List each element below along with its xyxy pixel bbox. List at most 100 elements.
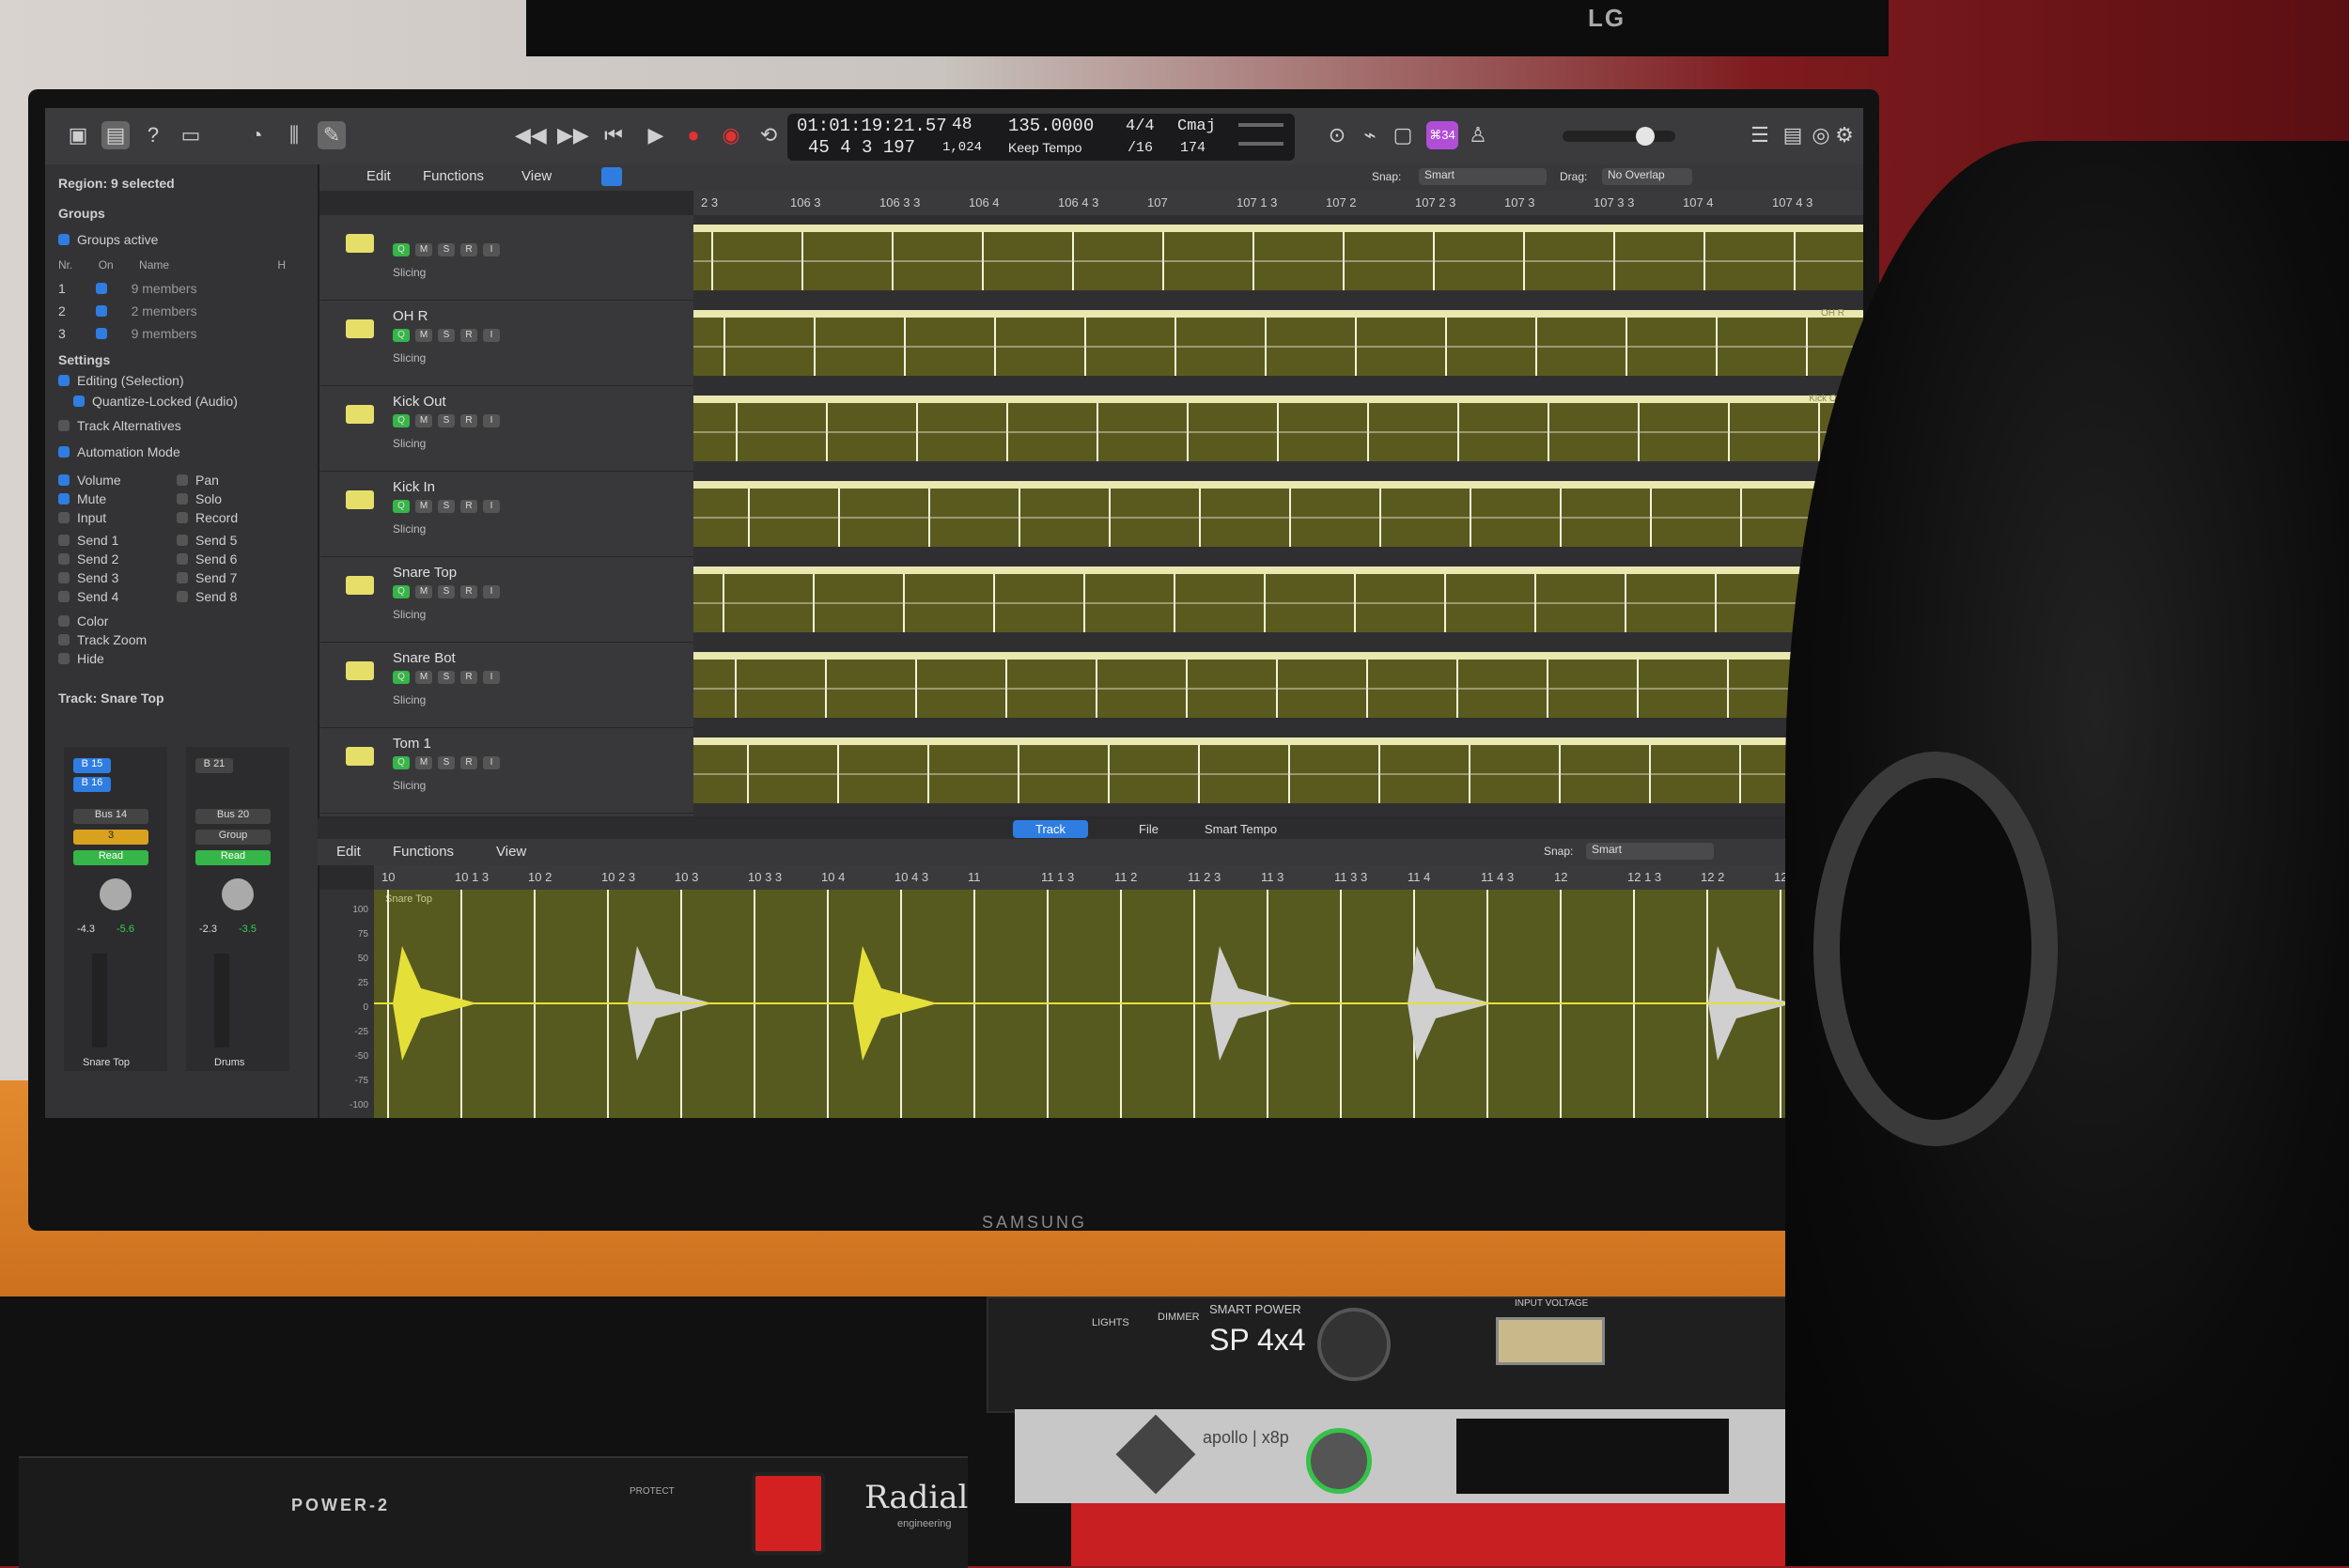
track-header[interactable]: OH R Q M S R I Slicing	[319, 301, 693, 386]
setting-quantize[interactable]: Quantize-Locked (Audio)	[73, 394, 238, 409]
audio-editor-region[interactable]: Snare Top	[374, 890, 1826, 1118]
setting-checkbox[interactable]	[73, 396, 85, 407]
snap-select[interactable]: Smart	[1419, 168, 1547, 185]
track-region[interactable]: OH R	[693, 308, 1863, 376]
mixer-icon[interactable]: ⫼	[280, 121, 308, 149]
note-pad-icon[interactable]: ▤	[1779, 121, 1807, 149]
edit-menu[interactable]: Edit	[366, 168, 391, 184]
list-editor-icon[interactable]: ⊙	[1323, 121, 1351, 149]
tab-track[interactable]: Track	[1013, 820, 1089, 838]
track-button-m[interactable]: M	[415, 756, 432, 769]
option-checkbox[interactable]	[177, 535, 188, 546]
group-slot[interactable]: Group	[195, 830, 271, 845]
region-header[interactable]: Region: 9 selected	[58, 176, 175, 191]
option-checkbox[interactable]	[177, 493, 188, 505]
inspector-icon[interactable]: ▤	[101, 121, 130, 149]
lcd-display[interactable]: 01:01:19:21.57 45 4 3 197 48 1,024 135.0…	[787, 114, 1295, 161]
track-button-s[interactable]: S	[438, 671, 455, 684]
track-button-r[interactable]: R	[460, 329, 477, 342]
setting-checkbox[interactable]	[58, 446, 70, 458]
output-slot[interactable]: Bus 14	[73, 809, 148, 824]
send-slot[interactable]: B 21	[195, 758, 233, 773]
group-on-checkbox[interactable]	[95, 328, 107, 339]
track-button-s[interactable]: S	[438, 585, 455, 598]
track-region[interactable]: Tom 1	[693, 736, 1863, 803]
track-button-r[interactable]: R	[460, 671, 477, 684]
track-button-r[interactable]: R	[460, 414, 477, 427]
pan-knob[interactable]	[222, 878, 254, 910]
track-header[interactable]: Snare Bot Q M S R I Slicing	[319, 643, 693, 728]
option-checkbox[interactable]	[177, 553, 188, 565]
settings-header[interactable]: Settings	[58, 352, 110, 367]
opt-send8[interactable]: Send 8	[177, 589, 237, 604]
metronome-icon[interactable]: ♙	[1464, 121, 1492, 149]
smart-controls-icon[interactable]: ◔	[242, 121, 271, 149]
editor-view-menu[interactable]: View	[496, 844, 526, 860]
track-button-r[interactable]: R	[460, 500, 477, 513]
opt-send6[interactable]: Send 6	[177, 551, 237, 567]
option-checkbox[interactable]	[58, 493, 70, 505]
to-start-icon[interactable]: ⏮	[599, 121, 628, 149]
track-header[interactable]: Q M S R I Slicing	[319, 215, 693, 301]
track-button-q[interactable]: Q	[393, 756, 410, 769]
editor-edit-menu[interactable]: Edit	[336, 844, 361, 860]
forward-icon[interactable]: ▶▶	[557, 121, 589, 149]
opt-pan[interactable]: Pan	[177, 473, 219, 488]
option-checkbox[interactable]	[58, 591, 70, 602]
view-menu[interactable]: View	[521, 168, 552, 184]
option-checkbox[interactable]	[58, 474, 70, 486]
option-checkbox[interactable]	[58, 553, 70, 565]
track-button-i[interactable]: I	[483, 585, 500, 598]
opt-send2[interactable]: Send 2	[58, 551, 118, 567]
track-button-i[interactable]: I	[483, 671, 500, 684]
apollo-knob[interactable]	[1306, 1428, 1372, 1494]
record-icon[interactable]: ●	[679, 121, 708, 149]
track-lanes[interactable]: OH R Kick Out Kick In Snare Top Snare Bot Tom…	[693, 215, 1863, 816]
track-button-m[interactable]: M	[415, 500, 432, 513]
track-button-s[interactable]: S	[438, 756, 455, 769]
option-checkbox[interactable]	[58, 512, 70, 523]
send-slot[interactable]: B 16	[73, 777, 111, 792]
track-region[interactable]: Snare Top	[693, 565, 1863, 632]
track-button-r[interactable]: R	[460, 243, 477, 256]
opt-send1[interactable]: Send 1	[58, 533, 118, 548]
track-button-m[interactable]: M	[415, 243, 432, 256]
tab-file[interactable]: File	[1116, 820, 1181, 838]
editor-functions-menu[interactable]: Functions	[393, 844, 454, 860]
track-slicing[interactable]: Slicing	[393, 522, 426, 536]
library-icon[interactable]: ▣	[64, 121, 92, 149]
opt-solo[interactable]: Solo	[177, 491, 222, 506]
volume-fader[interactable]	[92, 954, 107, 1048]
opt-hide[interactable]: Hide	[58, 651, 104, 666]
setting-alternatives[interactable]: Track Alternatives	[58, 418, 181, 433]
opt-color[interactable]: Color	[58, 613, 108, 629]
track-button-s[interactable]: S	[438, 414, 455, 427]
track-header[interactable]: Snare Top Q M S R I Slicing	[319, 557, 693, 643]
track-name[interactable]: OH R	[393, 308, 428, 324]
opt-track-zoom[interactable]: Track Zoom	[58, 632, 147, 647]
track-button-q[interactable]: Q	[393, 243, 410, 256]
groups-header[interactable]: Groups	[58, 206, 105, 221]
opt-mute[interactable]: Mute	[58, 491, 106, 506]
rewind-icon[interactable]: ◀◀	[515, 121, 547, 149]
track-slicing[interactable]: Slicing	[393, 779, 426, 792]
groups-active[interactable]: Groups active	[58, 232, 158, 247]
functions-menu[interactable]: Functions	[423, 168, 484, 184]
pan-knob[interactable]	[100, 878, 132, 910]
replace-record-icon[interactable]: ◉	[717, 121, 745, 149]
track-name[interactable]: Tom 1	[393, 736, 431, 752]
play-icon[interactable]: ▶	[642, 121, 670, 149]
option-checkbox[interactable]	[58, 535, 70, 546]
track-button-q[interactable]: Q	[393, 329, 410, 342]
track-button-r[interactable]: R	[460, 585, 477, 598]
track-button-s[interactable]: S	[438, 243, 455, 256]
track-name[interactable]: Snare Bot	[393, 650, 456, 666]
track-name[interactable]: Kick Out	[393, 394, 446, 410]
automation-mode[interactable]: Read	[73, 850, 148, 865]
track-name[interactable]: Kick In	[393, 479, 435, 495]
drag-select[interactable]: No Overlap	[1602, 168, 1692, 185]
group-on-checkbox[interactable]	[95, 305, 107, 317]
editor-snap-select[interactable]: Smart	[1586, 843, 1714, 860]
browser-icon[interactable]: ⚙	[1830, 121, 1859, 149]
track-slicing[interactable]: Slicing	[393, 351, 426, 365]
